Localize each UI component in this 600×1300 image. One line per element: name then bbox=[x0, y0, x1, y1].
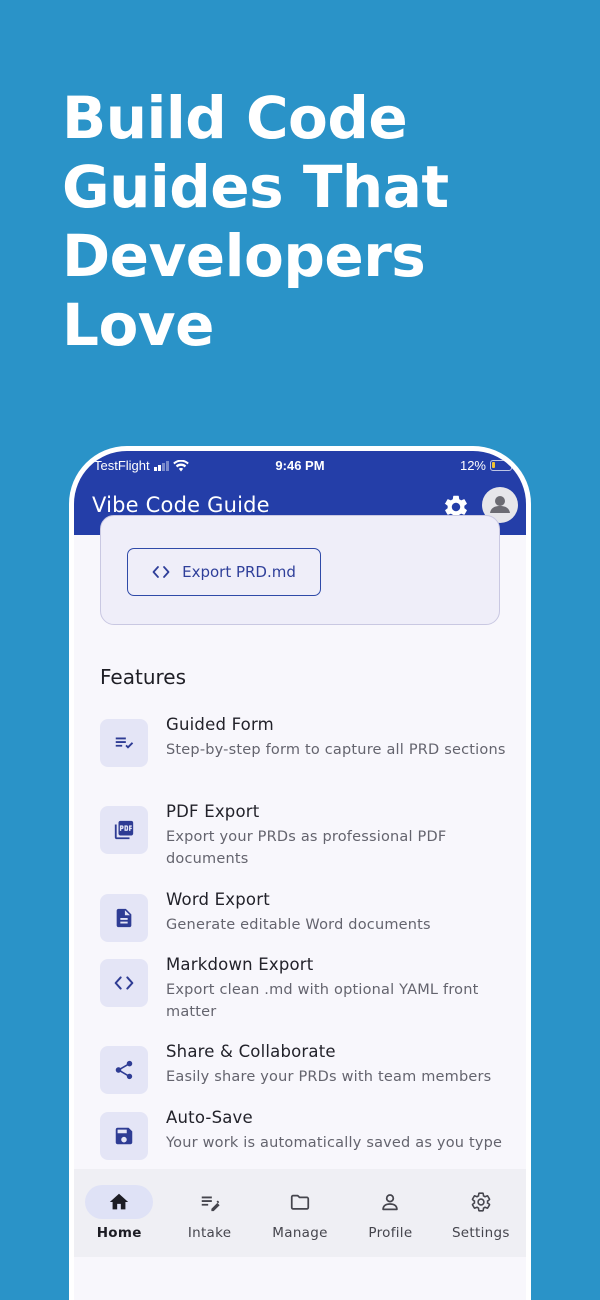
feature-title: Auto-Save bbox=[166, 1108, 253, 1127]
nav-settings[interactable]: Settings bbox=[436, 1169, 526, 1257]
export-button-label: Export PRD.md bbox=[182, 563, 296, 581]
settings-icon bbox=[471, 1192, 491, 1212]
code-icon bbox=[114, 976, 134, 990]
export-card: Export PRD.md bbox=[100, 515, 500, 625]
feature-description: Export your PRDs as professional PDF doc… bbox=[166, 829, 447, 867]
feature-title: PDF Export bbox=[166, 802, 260, 821]
edit-note-icon bbox=[115, 737, 134, 749]
battery-icon bbox=[490, 460, 512, 471]
nav-label: Manage bbox=[272, 1225, 328, 1241]
phone-screen: TestFlight 9:46 PM 12% Vibe Code Guide E… bbox=[74, 451, 526, 1300]
nav-label: Intake bbox=[187, 1225, 232, 1241]
feature-description: Generate editable Word documents bbox=[166, 917, 431, 933]
edit-note-icon bbox=[201, 1196, 220, 1212]
nav-manage[interactable]: Manage bbox=[255, 1169, 345, 1257]
feature-description: Easily share your PRDs with team members bbox=[166, 1069, 492, 1085]
feature-title: Share & Collaborate bbox=[166, 1042, 336, 1061]
share-icon bbox=[115, 1060, 133, 1080]
nav-label: Profile bbox=[368, 1225, 413, 1241]
nav-label: Settings bbox=[451, 1225, 510, 1241]
status-time: 9:46 PM bbox=[275, 458, 325, 473]
code-icon bbox=[152, 566, 170, 578]
feature-description: Export clean .md with optional YAML fron… bbox=[166, 982, 479, 1020]
feature-title: Markdown Export bbox=[166, 955, 314, 974]
pdf-icon bbox=[114, 820, 134, 840]
person-icon bbox=[382, 1194, 399, 1211]
nav-intake[interactable]: Intake bbox=[164, 1169, 254, 1257]
document-icon bbox=[116, 908, 132, 928]
nav-home[interactable]: Home bbox=[74, 1169, 164, 1257]
app-title: Vibe Code Guide bbox=[92, 493, 270, 517]
feature-title: Word Export bbox=[166, 890, 270, 909]
feature-title: Guided Form bbox=[166, 715, 274, 734]
bottom-navigation: Home Intake Manage Profile Settings bbox=[74, 1169, 526, 1257]
battery-percent: 12% bbox=[459, 458, 486, 473]
export-prd-button[interactable]: Export PRD.md bbox=[127, 548, 321, 596]
nav-profile[interactable]: Profile bbox=[345, 1169, 435, 1257]
status-bar: TestFlight 9:46 PM 12% bbox=[74, 455, 526, 477]
features-title: Features bbox=[100, 665, 186, 689]
nav-label: Home bbox=[96, 1225, 142, 1241]
home-icon bbox=[110, 1193, 129, 1210]
feature-description: Your work is automatically saved as you … bbox=[166, 1135, 503, 1151]
feature-description: Step-by-step form to capture all PRD sec… bbox=[166, 742, 506, 758]
save-icon bbox=[115, 1127, 133, 1145]
hero-headline: Build Code Guides That Developers Love bbox=[62, 84, 449, 359]
phone-frame: TestFlight 9:46 PM 12% Vibe Code Guide E… bbox=[69, 446, 531, 1300]
folder-icon bbox=[290, 1194, 310, 1210]
